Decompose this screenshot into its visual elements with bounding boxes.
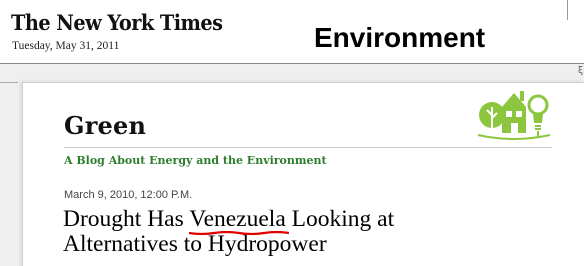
- masthead-date: Tuesday, May 31, 2011: [12, 40, 120, 52]
- headline-text-start: Drought Has: [63, 206, 190, 232]
- headline-highlight-word: Venezuela: [189, 206, 290, 235]
- blog-subtitle: A Blog About Energy and the Environment: [64, 154, 327, 167]
- page-header: The New York Times Tuesday, May 31, 2011…: [0, 0, 584, 64]
- right-edge-mark: ξ: [578, 66, 584, 76]
- logo-ground-icon: [477, 134, 551, 140]
- spellcheck-underline: [189, 231, 290, 235]
- header-divider: [567, 0, 568, 20]
- gutter-rule: [0, 82, 18, 83]
- section-title: Environment: [314, 22, 486, 53]
- blog-card: Green A Blog About Energy and the Enviro…: [22, 82, 584, 266]
- green-house-lightbulb-logo-icon[interactable]: [476, 85, 552, 141]
- lightbulb-icon: [527, 94, 549, 116]
- headline-text-end: Looking at: [285, 206, 395, 232]
- blog-divider: [64, 147, 552, 148]
- blog-title[interactable]: Green: [64, 111, 146, 140]
- post-headline[interactable]: Drought Has Venezuela Looking at Alterna…: [63, 207, 563, 257]
- post-timestamp: March 9, 2010, 12:00 P.M.: [64, 189, 193, 201]
- masthead-logo[interactable]: The New York Times: [11, 10, 223, 35]
- headline-highlight-text: Venezuela: [189, 206, 286, 232]
